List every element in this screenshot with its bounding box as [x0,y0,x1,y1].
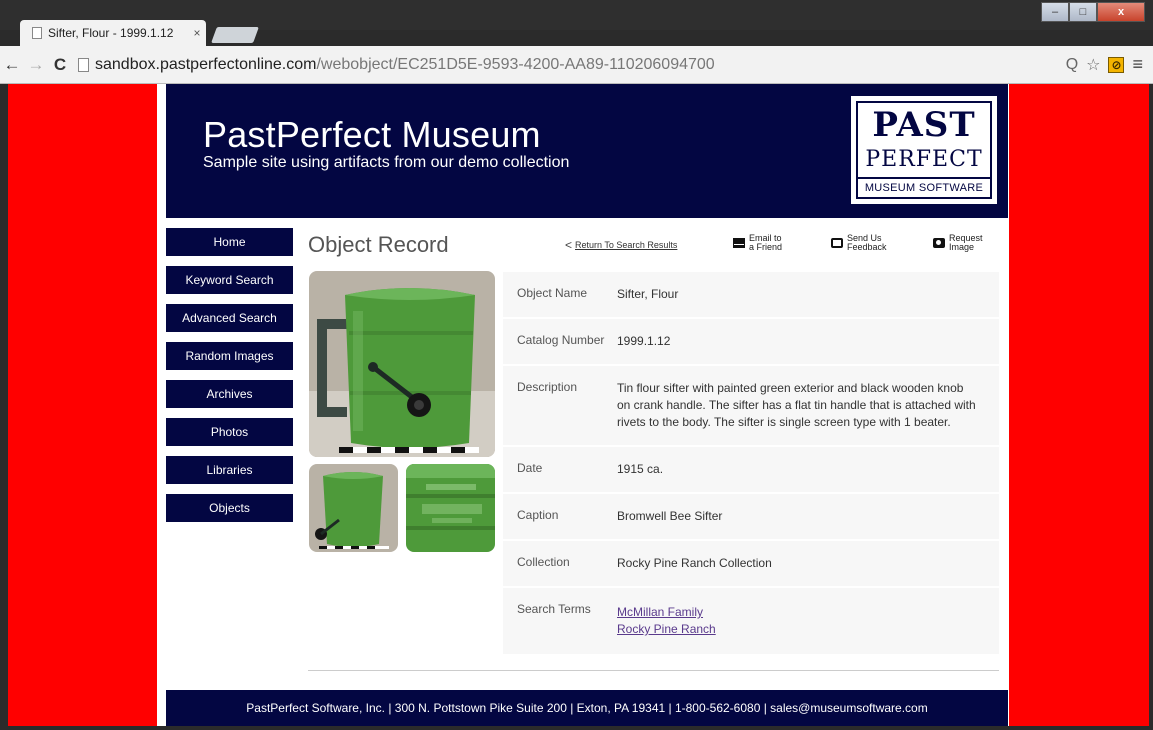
nav-photos[interactable]: Photos [166,418,293,446]
detail-label: Collection [517,555,570,569]
request-line2: Image [949,242,975,252]
search-term-link[interactable]: Rocky Pine Ranch [617,621,979,638]
reload-icon[interactable]: C [48,55,72,75]
browser-toolbar: ← → C sandbox.pastperfectonline.com/webo… [0,46,1153,84]
site-title: PastPerfect Museum [203,114,541,155]
site-container: PastPerfect Museum Sample site using art… [157,84,1009,726]
page-icon [32,27,42,39]
url-path: /webobject/EC251D5E-9593-4200-AA89-11020… [316,55,715,73]
email-friend-button[interactable]: Email to a Friend [733,234,782,252]
site-header: PastPerfect Museum Sample site using art… [166,84,1008,218]
return-to-search-label: Return To Search Results [575,240,678,250]
nav-home[interactable]: Home [166,228,293,256]
record-actions: < Return To Search Results Email to a Fri… [565,230,995,256]
pastperfect-logo[interactable]: PAST PERFECT MUSEUM SOFTWARE [851,96,997,204]
detail-value: Tin flour sifter with painted green exte… [617,381,976,429]
detail-row-date: Date 1915 ca. [503,447,999,494]
object-thumbnail-2[interactable] [406,464,495,552]
feedback-line2: Feedback [847,242,887,252]
object-main-image[interactable] [309,271,495,457]
object-thumbnail-1[interactable] [309,464,398,552]
detail-row-caption: Caption Bromwell Bee Sifter [503,494,999,541]
chevron-left-icon: < [565,238,573,252]
address-bar[interactable]: sandbox.pastperfectonline.com/webobject/… [78,56,1066,74]
email-line2: a Friend [749,242,783,252]
request-image-button[interactable]: Request Image [933,234,983,252]
detail-value: 1999.1.12 [617,334,671,348]
detail-value: Bromwell Bee Sifter [617,509,723,523]
forward-icon[interactable]: → [24,55,48,75]
nav-objects[interactable]: Objects [166,494,293,522]
browser-tab[interactable]: Sifter, Flour - 1999.1.12 × [20,20,206,46]
nav-archives[interactable]: Archives [166,380,293,408]
detail-row-description: Description Tin flour sifter with painte… [503,366,999,447]
page-viewport: PastPerfect Museum Sample site using art… [8,84,1149,726]
page-icon [78,57,89,72]
tab-close-icon[interactable]: × [188,26,206,40]
bookmark-star-icon[interactable]: ☆ [1086,55,1100,75]
side-navigation: Home Keyword Search Advanced Search Rand… [166,228,293,532]
detail-row-search-terms: Search Terms McMillan Family Rocky Pine … [503,588,999,656]
page-title: Object Record [308,232,449,257]
detail-row-collection: Collection Rocky Pine Ranch Collection [503,541,999,588]
send-feedback-button[interactable]: Send Us Feedback [831,234,887,252]
tab-title: Sifter, Flour - 1999.1.12 [48,26,174,40]
nav-random-images[interactable]: Random Images [166,342,293,370]
nav-advanced-search[interactable]: Advanced Search [166,304,293,332]
detail-label: Date [517,461,543,475]
window-controls: ‒ □ x [1041,2,1145,22]
detail-row-catalog-number: Catalog Number 1999.1.12 [503,319,999,366]
maximize-button[interactable]: □ [1069,2,1097,22]
site-footer: PastPerfect Software, Inc. | 300 N. Pott… [166,690,1008,726]
new-tab-button[interactable] [211,27,259,43]
envelope-icon [733,238,745,248]
logo-perfect-text: PERFECT [865,147,983,172]
detail-value: 1915 ca. [617,462,664,476]
close-button[interactable]: x [1097,2,1145,22]
detail-value: Rocky Pine Ranch Collection [617,556,772,570]
detail-label: Caption [517,508,559,522]
detail-label: Object Name [517,286,588,300]
logo-past-text: PAST [872,105,976,145]
site-subtitle: Sample site using artifacts from our dem… [203,154,570,171]
logo-museum-software-text: MUSEUM SOFTWARE [858,177,990,197]
camera-icon [933,238,945,248]
nav-libraries[interactable]: Libraries [166,456,293,484]
url-host: sandbox.pastperfectonline.com [95,55,317,73]
search-term-link[interactable]: McMillan Family [617,604,979,621]
detail-label: Description [517,380,578,394]
detail-label: Search Terms [517,602,591,616]
object-details-table: Object Name Sifter, Flour Catalog Number… [503,272,999,656]
zoom-icon[interactable]: Q [1066,56,1078,74]
menu-icon[interactable]: ≡ [1132,54,1143,75]
extension-icon[interactable]: ⊘ [1108,56,1125,73]
content-divider [308,670,999,671]
feedback-icon [831,238,843,248]
detail-value: Sifter, Flour [617,287,679,301]
detail-row-object-name: Object Name Sifter, Flour [503,272,999,319]
minimize-button[interactable]: ‒ [1041,2,1069,22]
back-icon[interactable]: ← [0,55,24,75]
nav-keyword-search[interactable]: Keyword Search [166,266,293,294]
detail-label: Catalog Number [517,333,605,347]
return-to-search-link[interactable]: < Return To Search Results [565,238,677,252]
